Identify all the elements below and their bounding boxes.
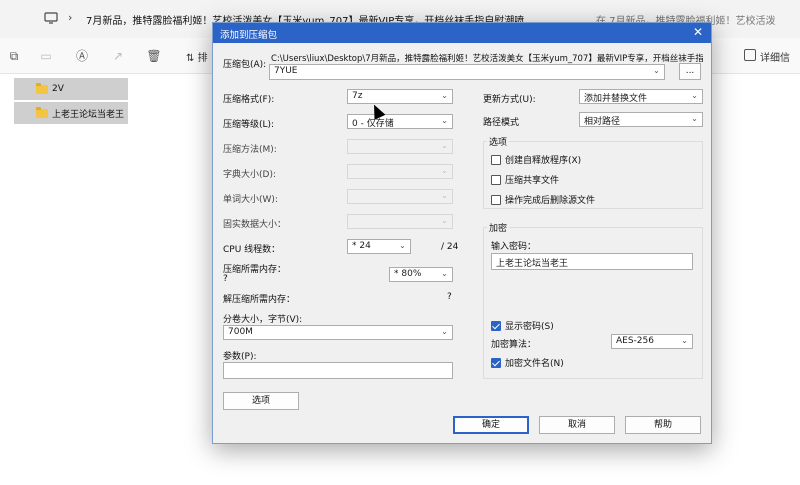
threads-select[interactable]: * 24 ⌄	[347, 239, 411, 254]
password-label: 输入密码：	[491, 242, 537, 252]
copy-icon[interactable]: ⧉	[6, 48, 22, 64]
mem-decomp-value: ?	[447, 292, 452, 302]
volume-size-combo[interactable]: 700M ⌄	[223, 325, 453, 340]
threads-value: * 24	[352, 241, 371, 251]
options-group-title: 选项	[487, 135, 510, 148]
mem-percent-select[interactable]: * 80% ⌄	[389, 267, 453, 282]
method-select[interactable]: ⌄	[347, 139, 453, 154]
chevron-down-icon: ⌄	[691, 114, 698, 123]
chevron-down-icon: ⌄	[441, 327, 448, 336]
encrypt-method-value: AES-256	[616, 336, 654, 346]
params-input[interactable]	[223, 362, 453, 379]
monitor-icon[interactable]	[44, 12, 58, 24]
sort-button[interactable]: ⇅ 排	[186, 49, 208, 64]
mem-decomp-label: 解压缩所需内存：	[223, 295, 296, 305]
archive-label: 压缩包(A):	[223, 60, 267, 70]
chevron-down-icon: ⌄	[681, 336, 688, 345]
method-label: 压缩方法(M):	[223, 145, 277, 155]
archive-name-combo[interactable]: 7YUE ⌄	[269, 64, 665, 80]
options-button[interactable]: 选项	[223, 392, 299, 410]
list-item[interactable]: 上老王论坛当老王	[14, 102, 128, 124]
chevron-down-icon: ⌄	[441, 141, 448, 150]
sfx-checkbox[interactable]: 创建自释放程序(X)	[491, 153, 581, 166]
paste-icon[interactable]: ▭	[38, 48, 54, 64]
folder-icon	[36, 82, 48, 94]
shared-files-checkbox[interactable]: 压缩共享文件	[491, 173, 559, 186]
close-icon[interactable]: ✕	[691, 25, 705, 39]
threads-total: / 24	[441, 242, 459, 252]
share-icon[interactable]: ↗	[110, 48, 126, 64]
params-label: 参数(P):	[223, 352, 257, 362]
volume-label: 分卷大小，字节(V):	[223, 315, 303, 325]
volume-value: 700M	[228, 327, 253, 337]
update-mode-select[interactable]: 添加并替换文件 ⌄	[579, 89, 703, 104]
threads-label: CPU 线程数：	[223, 245, 281, 255]
mem-comp-label: 压缩所需内存：	[223, 265, 287, 275]
mem-comp-value: ?	[223, 274, 228, 284]
level-select[interactable]: 0 - 仅存储 ⌄	[347, 114, 453, 129]
chevron-down-icon: ⌄	[441, 91, 448, 100]
delete-after-checkbox[interactable]: 操作完成后删除源文件	[491, 193, 595, 206]
path-mode-select[interactable]: 相对路径 ⌄	[579, 112, 703, 127]
archive-path-text: C:\Users\liux\Desktop\7月新品，推特露脸福利姬！艺校活泼美…	[271, 54, 703, 64]
dialog-titlebar: 添加到压缩包 ✕	[213, 23, 711, 43]
format-label: 压缩格式(F):	[223, 95, 275, 105]
dict-size-select[interactable]: ⌄	[347, 164, 453, 179]
file-list: 2V 上老王论坛当老王	[14, 78, 128, 126]
cancel-button[interactable]: 取消	[539, 416, 615, 434]
solid-size-label: 固实数据大小：	[223, 220, 287, 230]
mem-percent-value: * 80%	[394, 269, 422, 279]
checkbox-box	[491, 154, 501, 165]
solid-size-select[interactable]: ⌄	[347, 214, 453, 229]
chevron-down-icon: ⌄	[691, 91, 698, 100]
level-label: 压缩等级(L):	[223, 120, 275, 130]
encrypt-method-label: 加密算法：	[491, 340, 537, 350]
encryption-group-title: 加密	[487, 221, 510, 234]
encrypt-method-select[interactable]: AES-256 ⌄	[611, 334, 693, 349]
archive-name-value: 7YUE	[274, 66, 298, 76]
checkbox-box	[491, 194, 501, 205]
chevron-down-icon: ⌄	[441, 191, 448, 200]
details-pane-button[interactable]: 详细信	[760, 49, 790, 64]
delete-icon[interactable]: 🗑	[146, 48, 162, 64]
chevron-down-icon: ⌄	[399, 241, 406, 250]
chevron-down-icon: ⌄	[441, 166, 448, 175]
dialog-title: 添加到压缩包	[220, 30, 278, 41]
chevron-down-icon: ⌄	[441, 216, 448, 225]
path-mode-label: 路径模式	[483, 118, 520, 128]
checkbox-box	[491, 320, 501, 331]
format-value: 7z	[352, 91, 363, 101]
word-size-select[interactable]: ⌄	[347, 189, 453, 204]
checkbox-box	[491, 357, 501, 368]
add-to-archive-dialog: 添加到压缩包 ✕ 压缩包(A): C:\Users\liux\Desktop\7…	[212, 22, 712, 444]
details-view-icon[interactable]	[744, 49, 756, 61]
chevron-down-icon: ⌄	[653, 66, 660, 75]
chevron-right-icon: ›	[68, 11, 73, 24]
chevron-down-icon: ⌄	[441, 269, 448, 278]
update-mode-label: 更新方式(U):	[483, 95, 536, 105]
help-button[interactable]: 帮助	[625, 416, 701, 434]
browse-button[interactable]: ...	[679, 63, 701, 80]
rename-icon[interactable]: Ⓐ	[74, 48, 90, 64]
chevron-down-icon: ⌄	[441, 116, 448, 125]
show-password-checkbox[interactable]: 显示密码(S)	[491, 319, 554, 332]
folder-icon	[36, 106, 48, 118]
list-item[interactable]: 2V	[14, 78, 128, 100]
checkbox-box	[491, 174, 501, 185]
path-mode-value: 相对路径	[584, 117, 621, 127]
ok-button[interactable]: 确定	[453, 416, 529, 434]
level-value: 0 - 仅存储	[352, 119, 394, 129]
encrypt-names-checkbox[interactable]: 加密文件名(N)	[491, 356, 564, 369]
word-size-label: 单词大小(W):	[223, 195, 278, 205]
format-select[interactable]: 7z ⌄	[347, 89, 453, 104]
update-mode-value: 添加并替换文件	[584, 94, 648, 104]
password-input[interactable]: 上老王论坛当老王	[491, 253, 693, 270]
dict-size-label: 字典大小(D):	[223, 170, 276, 180]
